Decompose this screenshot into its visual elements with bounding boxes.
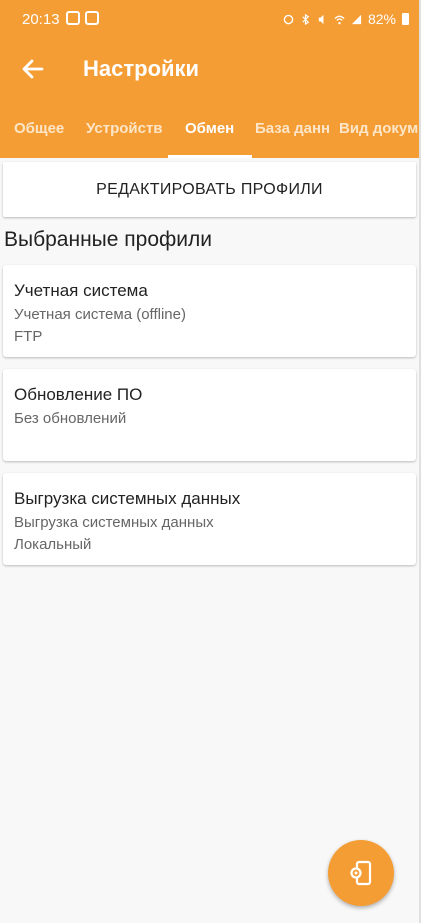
profile-card-accounting[interactable]: Учетная система Учетная система (offline… xyxy=(3,265,416,357)
profile-title: Учетная система xyxy=(14,281,148,300)
battery-icon xyxy=(402,13,409,25)
tab-devices[interactable]: Устройств xyxy=(73,112,168,158)
notification-icon xyxy=(66,11,80,25)
signal-icon xyxy=(351,14,362,24)
profile-card-software-update[interactable]: Обновление ПО Без обновлений xyxy=(3,369,416,461)
status-bar: 20:13 82% xyxy=(0,0,419,38)
profile-detail: Локальный xyxy=(14,536,92,553)
wifi-icon xyxy=(334,15,345,24)
status-system-icons: 82% xyxy=(283,11,409,27)
tab-database[interactable]: База данн xyxy=(252,112,339,158)
tab-document-view[interactable]: Вид докум xyxy=(339,112,419,158)
tab-exchange[interactable]: Обмен xyxy=(168,112,252,158)
profile-card-system-data-export[interactable]: Выгрузка системных данных Выгрузка систе… xyxy=(3,473,416,565)
status-notification-icons xyxy=(66,11,99,25)
tab-bar: Общее Устройств Обмен База данн Вид доку… xyxy=(0,112,419,158)
edit-profiles-button[interactable]: РЕДАКТИРОВАТЬ ПРОФИЛИ xyxy=(3,162,416,217)
profile-subtitle: Учетная система (offline) xyxy=(14,306,186,323)
section-title: Выбранные профили xyxy=(4,228,213,251)
mute-icon xyxy=(318,14,324,24)
profile-subtitle: Без обновлений xyxy=(14,410,127,427)
status-time: 20:13 xyxy=(22,11,60,28)
profile-detail: FTP xyxy=(14,328,43,345)
device-settings-icon xyxy=(350,860,372,886)
profile-title: Выгрузка системных данных xyxy=(14,489,241,508)
bluetooth-icon xyxy=(302,13,310,25)
app-bar: 20:13 82% Настройки Общее Устройств Обме… xyxy=(0,0,419,158)
battery-percent: 82% xyxy=(367,11,396,27)
page-title: Настройки xyxy=(83,56,200,81)
arrow-left-icon[interactable] xyxy=(18,54,48,84)
alarm-icon xyxy=(283,14,294,24)
tab-general[interactable]: Общее xyxy=(0,112,73,158)
profile-title: Обновление ПО xyxy=(14,385,143,404)
notification-icon xyxy=(85,11,99,25)
device-settings-button[interactable] xyxy=(328,840,394,906)
profile-subtitle: Выгрузка системных данных xyxy=(14,514,214,531)
